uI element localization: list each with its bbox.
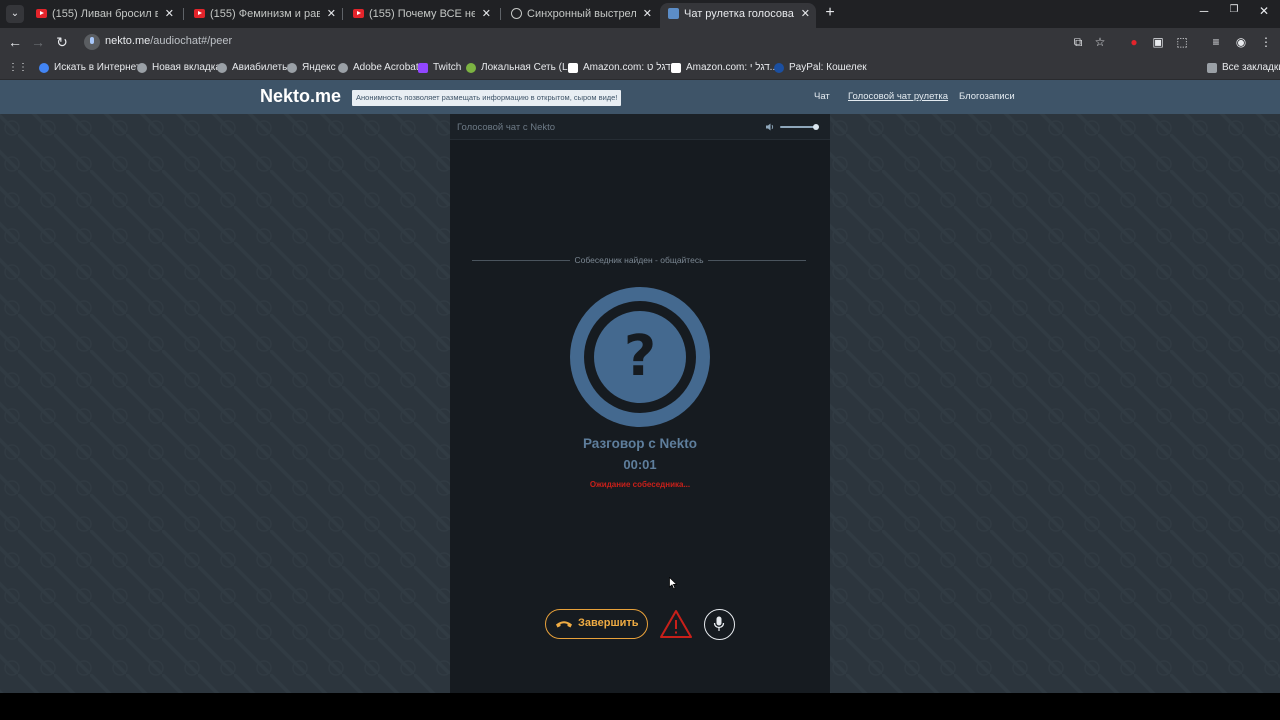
local-network-icon xyxy=(466,63,476,73)
close-tab-icon[interactable]: ✕ xyxy=(643,3,652,25)
call-timer: 00:01 xyxy=(623,457,657,472)
status-text: Ожидание собеседника... xyxy=(589,480,691,489)
profile-avatar[interactable]: ◉ xyxy=(1233,34,1249,50)
bookmark-amazon-2[interactable]: Amazon.com: דגל י... xyxy=(671,61,778,75)
nekto-icon xyxy=(668,8,679,19)
nav-voice-roulette[interactable]: Голосовой чат рулетка xyxy=(848,91,948,102)
all-bookmarks[interactable]: Все закладки xyxy=(1207,61,1280,75)
tab-title: Чат рулетка голосовая — xyxy=(684,8,794,20)
browser-tab[interactable]: (155) Почему ВСЕ ненавидят ✕ xyxy=(345,3,497,25)
bookmark-amazon-1[interactable]: Amazon.com: דגל ט... xyxy=(568,61,679,75)
bookmark-new-tab[interactable]: Новая вкладка xyxy=(137,61,221,75)
partner-found-text: Собеседник найден - общайтесь xyxy=(570,255,708,265)
bookmark-local-network[interactable]: Локальная Сеть (L... xyxy=(466,61,576,75)
browser-tab-strip: ⌄ (155) Ливан бросил вызов Хе ✕ (155) Фе… xyxy=(0,0,1280,28)
media-control-icon[interactable]: ≡ xyxy=(1208,34,1224,50)
amazon-icon xyxy=(671,63,681,73)
end-call-label: Завершить xyxy=(578,617,639,629)
site-header: Nekto.me Анонимность позволяет размещать… xyxy=(0,80,1280,114)
question-mark-icon: ? xyxy=(594,311,686,403)
microphone-button[interactable] xyxy=(704,609,735,640)
amazon-icon xyxy=(568,63,578,73)
youtube-icon xyxy=(194,9,205,18)
globe-icon xyxy=(511,8,522,19)
tab-title: Синхронный выстрел дрона xyxy=(527,8,636,20)
microphone-icon xyxy=(713,616,725,631)
globe-icon xyxy=(217,63,227,73)
close-tab-icon[interactable]: ✕ xyxy=(801,3,810,25)
address-bar[interactable]: nekto.me/audiochat#/peer xyxy=(80,31,1120,53)
bookmarks-bar: ⋮⋮ Искать в Интернете Новая вкладка Авиа… xyxy=(0,56,1280,80)
end-call-button[interactable]: Завершить xyxy=(545,609,648,639)
back-icon[interactable]: ← xyxy=(6,33,24,51)
tab-title: (155) Почему ВСЕ ненавидят xyxy=(369,8,475,20)
url-text: nekto.me/audiochat#/peer xyxy=(105,35,233,47)
anonymous-avatar: ? xyxy=(570,287,710,427)
screen-bottom-bar xyxy=(0,693,1280,720)
browser-tab-active[interactable]: Чат рулетка голосовая — ✕ xyxy=(660,3,816,28)
extension-record-icon[interactable]: ● xyxy=(1126,34,1142,50)
browser-toolbar: ← → ↻ nekto.me/audiochat#/peer ⧉ ☆ ● ▣ ⬚… xyxy=(0,28,1280,56)
report-warning-icon[interactable] xyxy=(659,609,693,639)
bookmark-flights[interactable]: Авиабилеты xyxy=(217,61,289,75)
close-tab-icon[interactable]: ✕ xyxy=(165,3,174,25)
paypal-icon xyxy=(774,63,784,73)
twitch-icon xyxy=(418,63,428,73)
minimize-icon[interactable]: ─ xyxy=(1194,4,1214,18)
site-logo[interactable]: Nekto.me xyxy=(260,86,341,107)
browser-menu-icon[interactable]: ⋮ xyxy=(1258,34,1274,50)
bookmark-twitch[interactable]: Twitch xyxy=(418,61,461,75)
globe-icon xyxy=(287,63,297,73)
forward-icon[interactable]: → xyxy=(29,33,47,51)
bookmark-search[interactable]: Искать в Интернете xyxy=(39,61,146,75)
apps-grid-icon[interactable]: ⋮⋮ xyxy=(8,61,28,75)
browser-tab[interactable]: (155) Ливан бросил вызов Хе ✕ xyxy=(28,3,180,25)
extension-icon[interactable]: ▣ xyxy=(1150,34,1166,50)
globe-icon xyxy=(137,63,147,73)
youtube-icon xyxy=(353,9,364,18)
hang-up-phone-icon xyxy=(556,621,572,628)
cast-icon[interactable]: ⧉ xyxy=(1070,34,1086,50)
youtube-icon xyxy=(36,9,47,18)
volume-slider-knob[interactable] xyxy=(813,124,819,130)
conversation-label: Разговор с Nekto xyxy=(582,436,698,451)
close-tab-icon[interactable]: ✕ xyxy=(482,3,491,25)
tab-search-button[interactable]: ⌄ xyxy=(6,5,24,23)
partner-found-divider: Собеседник найден - общайтесь xyxy=(472,255,806,267)
restore-icon[interactable]: ❐ xyxy=(1224,4,1244,15)
nav-blog[interactable]: Блогозаписи xyxy=(959,91,1015,102)
panel-header: Голосовой чат с Nekto xyxy=(450,114,830,140)
volume-icon[interactable] xyxy=(765,122,775,132)
voice-chat-panel: Голосовой чат с Nekto Собеседник найден … xyxy=(450,114,830,693)
close-tab-icon[interactable]: ✕ xyxy=(327,3,336,25)
close-window-icon[interactable]: ✕ xyxy=(1254,4,1274,18)
browser-tab[interactable]: (155) Феминизм и равноправ ✕ xyxy=(186,3,342,25)
page-viewport: Nekto.me Анонимность позволяет размещать… xyxy=(0,80,1280,693)
nav-chat[interactable]: Чат xyxy=(814,91,830,102)
tab-title: (155) Феминизм и равноправ xyxy=(210,8,320,20)
new-tab-button[interactable]: + xyxy=(822,3,838,25)
tab-title: (155) Ливан бросил вызов Хе xyxy=(52,8,158,20)
folder-icon xyxy=(1207,63,1217,73)
extensions-puzzle-icon[interactable]: ⬚ xyxy=(1174,34,1190,50)
bookmark-adobe[interactable]: Adobe Acrobat xyxy=(338,61,419,75)
bookmark-star-icon[interactable]: ☆ xyxy=(1092,34,1108,50)
bookmark-paypal[interactable]: PayPal: Кошелек xyxy=(774,61,867,75)
panel-title: Голосовой чат с Nekto xyxy=(457,122,556,133)
google-icon xyxy=(39,63,49,73)
reload-icon[interactable]: ↻ xyxy=(53,33,71,51)
globe-icon xyxy=(338,63,348,73)
browser-tab[interactable]: Синхронный выстрел дрона ✕ xyxy=(503,3,658,25)
bookmark-yandex[interactable]: Яндекс xyxy=(287,61,336,75)
site-info-icon[interactable] xyxy=(84,34,100,50)
anonymity-notice: Анонимность позволяет размещать информац… xyxy=(352,90,622,106)
mouse-cursor-icon xyxy=(669,577,677,590)
